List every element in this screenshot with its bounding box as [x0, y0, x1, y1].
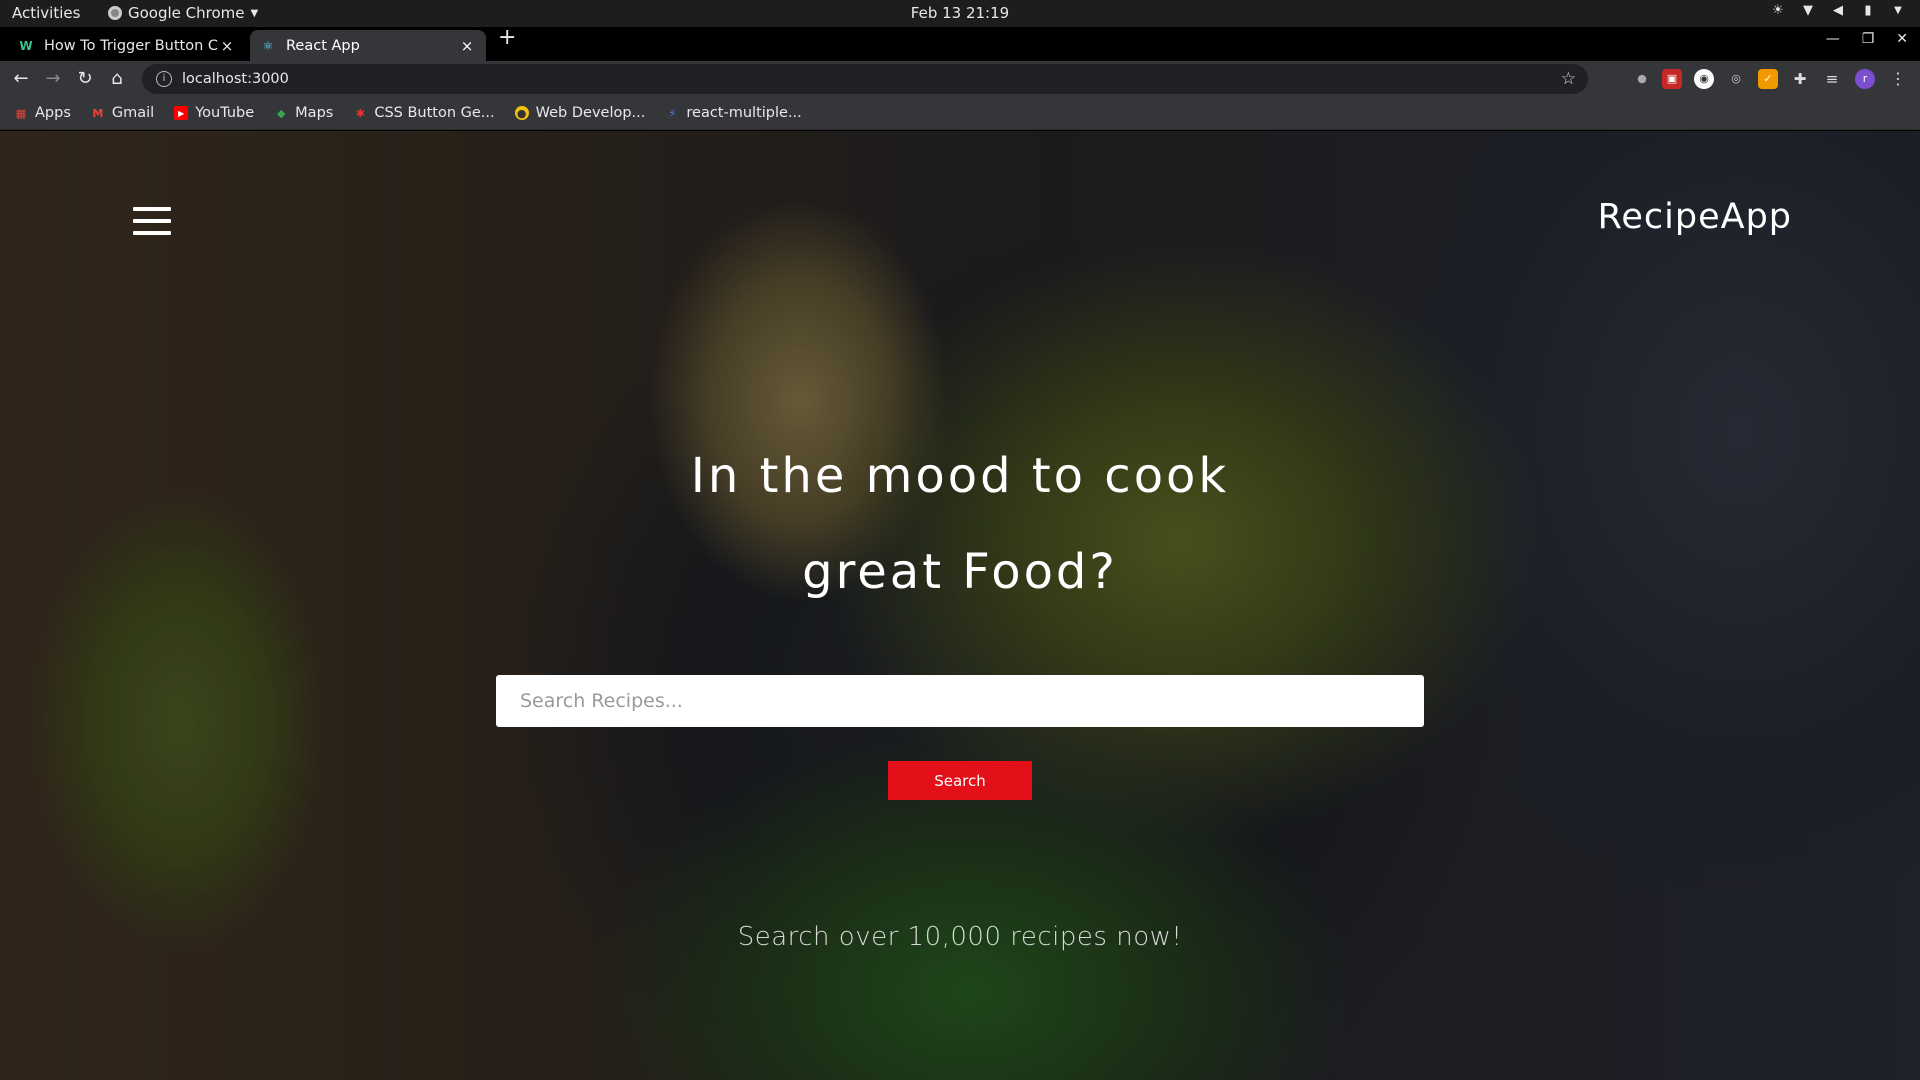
browser-toolbar: ← → ↻ ⌂ i localhost:3000 ☆ ● ▣ ◉ ◎ ✓ ✚ ≡…: [0, 61, 1920, 97]
wifi-icon: ▼: [1803, 3, 1813, 18]
os-top-bar: Activities Google Chrome ▼ Feb 13 21:19 …: [0, 0, 1920, 27]
bookmark-label: Apps: [35, 105, 71, 121]
bookmark-label: react-multiple...: [686, 105, 802, 121]
search-input[interactable]: [496, 675, 1424, 727]
tab-title: React App: [286, 37, 360, 54]
extension-icon[interactable]: ●: [1632, 69, 1652, 89]
close-icon[interactable]: ×: [458, 37, 476, 55]
bookmark-label: CSS Button Ge...: [374, 105, 495, 121]
bookmark-web-develop[interactable]: ● Web Develop...: [514, 105, 646, 121]
info-icon[interactable]: i: [156, 71, 172, 87]
bookmark-maps[interactable]: ◆ Maps: [274, 105, 333, 121]
tab-strip: W How To Trigger Button Cl × ⚛ React App…: [0, 25, 1920, 61]
bolt-icon: ⚡: [668, 106, 677, 120]
url-text: localhost:3000: [182, 71, 289, 87]
bookmark-css-button[interactable]: ✱ CSS Button Ge...: [353, 105, 495, 121]
search-button[interactable]: Search: [888, 761, 1032, 800]
w-favicon-icon: W: [19, 38, 33, 53]
star-icon[interactable]: ☆: [1561, 69, 1576, 89]
bookmark-youtube[interactable]: ▶ YouTube: [174, 105, 254, 121]
bookmark-label: Web Develop...: [535, 105, 646, 121]
back-icon[interactable]: ←: [10, 68, 32, 89]
extension-icon[interactable]: ◎: [1726, 69, 1746, 89]
gmail-icon: M: [92, 106, 104, 120]
bookmarks-bar: ▦ Apps M Gmail ▶ YouTube ◆ Maps ✱ CSS Bu…: [0, 97, 1920, 130]
forward-icon[interactable]: →: [42, 68, 64, 89]
bookmark-label: Maps: [295, 105, 334, 121]
minimize-icon[interactable]: —: [1826, 31, 1840, 47]
brightness-icon: ☀: [1772, 3, 1784, 18]
home-icon[interactable]: ⌂: [106, 68, 128, 89]
menu-dots-icon[interactable]: ⋮: [1888, 69, 1908, 89]
system-tray[interactable]: ☀ ▼ ◀ ▮ ▼: [1770, 3, 1906, 19]
new-tab-button[interactable]: +: [498, 25, 516, 50]
battery-icon: ▮: [1864, 3, 1872, 18]
extension-icon[interactable]: ◉: [1694, 69, 1714, 89]
address-bar[interactable]: i localhost:3000 ☆: [142, 64, 1588, 94]
bookmark-label: Gmail: [111, 105, 155, 121]
window-controls: — ❐ ✕: [1826, 31, 1908, 47]
recipe-app-page: RecipeApp In the mood to cook great Food…: [0, 131, 1920, 1080]
youtube-icon: ▶: [174, 106, 189, 120]
web-dev-icon: ●: [514, 106, 529, 120]
css-button-icon: ✱: [355, 106, 365, 120]
restore-icon[interactable]: ❐: [1862, 31, 1875, 47]
extension-icon[interactable]: ▣: [1662, 69, 1682, 89]
extension-icon[interactable]: ✓: [1758, 69, 1778, 89]
tagline: Search over 10,000 recipes now!: [737, 922, 1183, 952]
bookmark-apps[interactable]: ▦ Apps: [14, 105, 71, 121]
brand-logo[interactable]: RecipeApp: [1598, 197, 1792, 237]
reload-icon[interactable]: ↻: [74, 68, 96, 89]
tab-how-to-trigger[interactable]: W How To Trigger Button Cl ×: [8, 30, 246, 61]
volume-icon: ◀: [1833, 3, 1843, 18]
headline-line-1: In the mood to cook: [690, 448, 1230, 504]
bookmark-gmail[interactable]: M Gmail: [91, 105, 154, 121]
react-favicon-icon: ⚛: [262, 38, 274, 53]
hamburger-menu-icon[interactable]: [133, 207, 171, 235]
puzzle-icon[interactable]: ✚: [1790, 69, 1810, 89]
bookmark-react-multiple[interactable]: ⚡ react-multiple...: [665, 105, 802, 121]
close-icon[interactable]: ×: [218, 37, 236, 55]
bookmark-label: YouTube: [195, 105, 255, 121]
tab-title: How To Trigger Button Cl: [44, 37, 218, 54]
hero-headline: In the mood to cook great Food?: [0, 428, 1920, 620]
chevron-down-icon: ▼: [1894, 5, 1902, 16]
clock[interactable]: Feb 13 21:19: [0, 4, 1920, 22]
apps-grid-icon: ▦: [15, 106, 27, 120]
maps-icon: ◆: [276, 106, 286, 120]
media-icon[interactable]: ≡: [1822, 69, 1842, 89]
avatar[interactable]: r: [1855, 69, 1875, 89]
close-window-icon[interactable]: ✕: [1896, 31, 1908, 47]
headline-line-2: great Food?: [802, 544, 1118, 600]
tab-react-app[interactable]: ⚛ React App ×: [250, 30, 486, 61]
